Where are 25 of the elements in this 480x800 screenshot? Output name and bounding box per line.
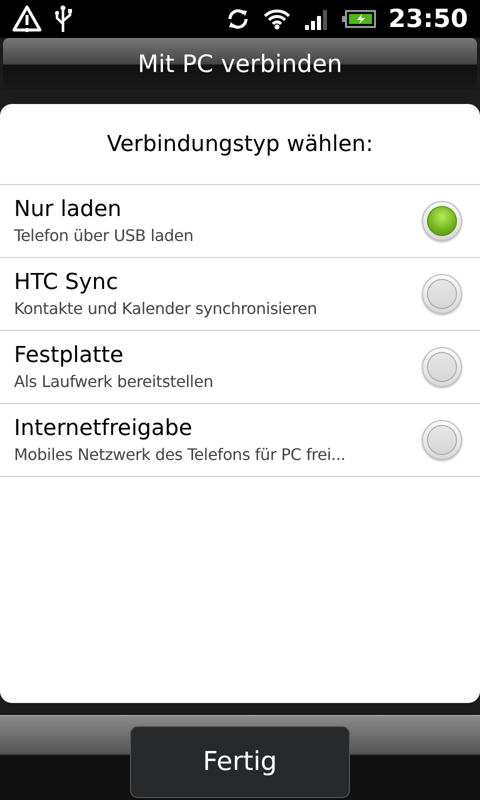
dialog-heading: Verbindungstyp wählen:	[106, 130, 374, 158]
option-row[interactable]: Internetfreigabe Mobiles Netzwerk des Telefons für PC frei...	[0, 404, 480, 477]
clock-time: 23:50	[388, 3, 468, 36]
option-label: HTC Sync	[14, 269, 120, 297]
radio-button[interactable]	[422, 274, 462, 314]
radio-button[interactable]	[422, 201, 462, 241]
usb-icon	[54, 4, 74, 34]
battery-icon	[342, 9, 376, 29]
option-label: Internetfreigabe	[14, 415, 194, 443]
radio-button[interactable]	[422, 420, 462, 460]
wifi-icon	[262, 7, 292, 31]
option-description: Als Laufwerk bereitstellen	[14, 372, 214, 392]
option-row[interactable]: Festplatte Als Laufwerk bereitstellen	[0, 331, 480, 404]
option-description: Mobiles Netzwerk des Telefons für PC frei...	[14, 445, 346, 465]
sync-icon	[226, 7, 250, 31]
warning-icon	[12, 4, 42, 34]
option-description: Kontakte und Kalender synchronisieren	[14, 299, 318, 319]
radio-button[interactable]	[422, 347, 462, 387]
done-button[interactable]: Fertig	[130, 726, 350, 798]
window-title: Mit PC verbinden	[138, 49, 342, 80]
option-row[interactable]: Nur laden Telefon über USB laden	[0, 185, 480, 258]
option-label: Nur laden	[14, 196, 122, 224]
option-row[interactable]: HTC Sync Kontakte und Kalender synchronisieren	[0, 258, 480, 331]
option-description: Telefon über USB laden	[14, 226, 194, 246]
option-label: Festplatte	[14, 342, 124, 370]
